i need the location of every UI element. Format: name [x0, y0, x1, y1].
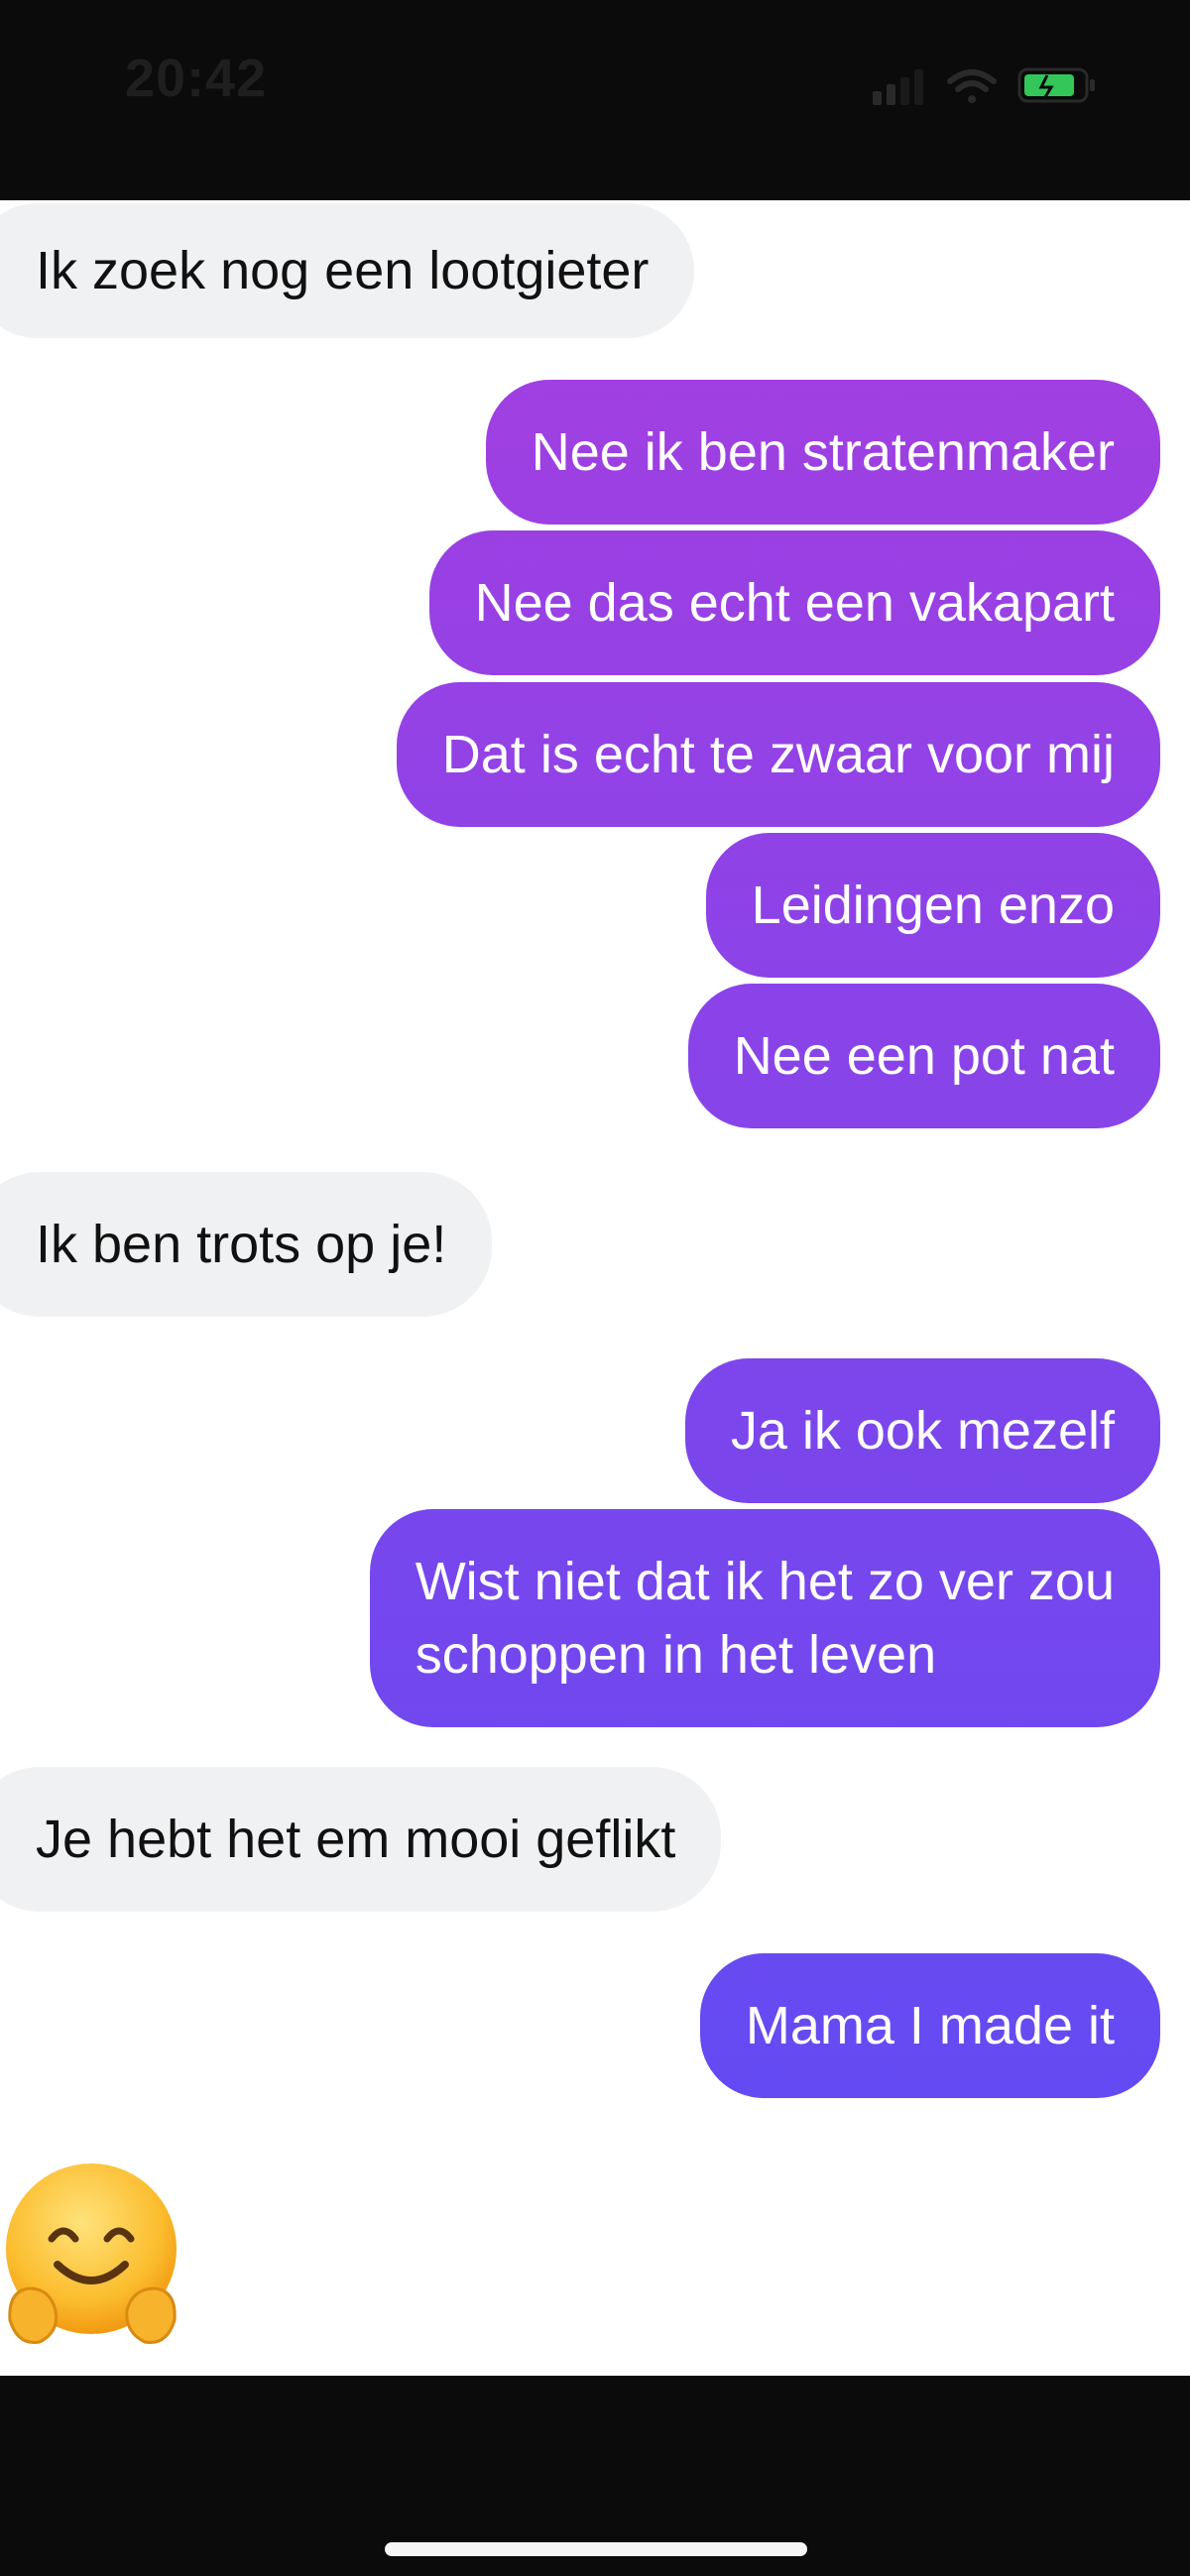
message-outgoing[interactable]: Dat is echt te zwaar voor mij: [396, 682, 1160, 827]
message-text: Ik zoek nog een lootgieter: [36, 241, 650, 300]
message-text: Nee ik ben stratenmaker: [531, 422, 1115, 482]
status-time: 20:42: [125, 49, 268, 108]
message-outgoing[interactable]: Wist niet dat ik het zo ver zou schoppen…: [369, 1509, 1160, 1727]
chat-thread[interactable]: Ik zoek nog een lootgieter Nee ik ben st…: [0, 200, 1190, 2376]
message-outgoing[interactable]: Nee das echt een vakapart: [428, 530, 1160, 675]
message-text: Ik ben trots op je!: [36, 1215, 447, 1274]
message-text: Leidingen enzo: [751, 876, 1115, 935]
message-text: Je hebt het em mooi geflikt: [36, 1810, 676, 1869]
message-text-line: schoppen in het leven: [415, 1625, 937, 1685]
battery-icon: [1017, 67, 1095, 103]
status-icons: [873, 67, 1095, 105]
message-outgoing[interactable]: Ja ik ook mezelf: [684, 1358, 1160, 1503]
message-incoming[interactable]: Ik zoek nog een lootgieter: [0, 203, 695, 338]
message-outgoing[interactable]: Nee een pot nat: [687, 984, 1160, 1128]
message-text: Mama I made it: [745, 1996, 1115, 2055]
bottom-bar: [0, 2376, 1190, 2576]
hugging-face-icon: [6, 2164, 177, 2345]
home-indicator[interactable]: [385, 2542, 807, 2556]
message-text: Dat is echt te zwaar voor mij: [441, 725, 1115, 784]
message-text-line: Wist niet dat ik het zo ver zou: [415, 1552, 1115, 1611]
cellular-signal-icon: [873, 69, 923, 105]
message-incoming[interactable]: Ik ben trots op je!: [0, 1172, 493, 1317]
message-outgoing[interactable]: Nee ik ben stratenmaker: [485, 380, 1160, 525]
message-text: Nee een pot nat: [733, 1026, 1115, 1086]
message-text: Ja ik ook mezelf: [730, 1401, 1115, 1461]
message-text: Nee das echt een vakapart: [474, 573, 1115, 633]
message-outgoing[interactable]: Leidingen enzo: [705, 833, 1160, 978]
status-bar: 20:42: [0, 0, 1190, 200]
message-incoming[interactable]: Je hebt het em mooi geflikt: [0, 1767, 722, 1912]
wifi-icon: [947, 69, 997, 103]
message-outgoing[interactable]: Mama I made it: [699, 1953, 1160, 2098]
